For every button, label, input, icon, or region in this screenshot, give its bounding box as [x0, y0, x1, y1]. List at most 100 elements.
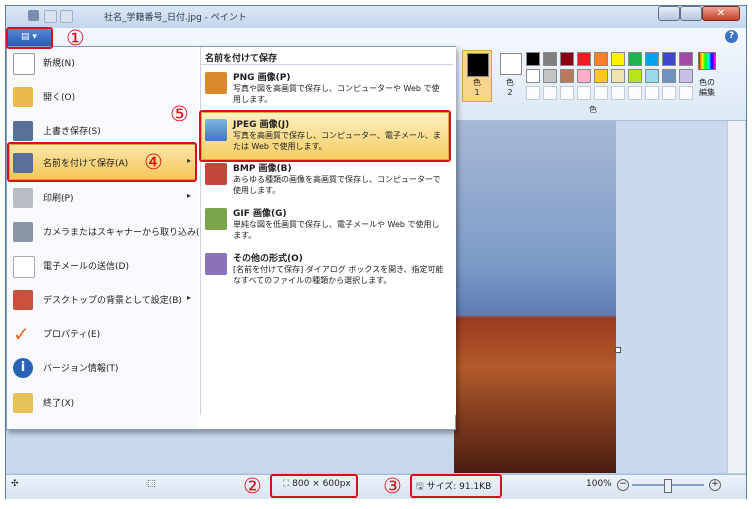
- image-dimensions: ⛶ 800 × 600px: [283, 479, 351, 489]
- zoom-slider-thumb[interactable]: [664, 479, 672, 493]
- file-size: 🖫 サイズ: 91.1KB: [416, 482, 492, 492]
- annotation-number-4: ④: [144, 150, 163, 174]
- scanner-icon: [13, 222, 33, 242]
- exit-icon: [13, 393, 33, 413]
- annotation-number-5: ⑤: [170, 102, 189, 126]
- png-image-icon: [205, 72, 227, 94]
- info-icon: i: [13, 358, 33, 378]
- palette-swatch[interactable]: [594, 52, 608, 66]
- zoom-level: 100%: [586, 479, 612, 489]
- palette-swatch[interactable]: [577, 52, 591, 66]
- palette-swatch[interactable]: [526, 69, 540, 83]
- palette-swatch[interactable]: [577, 69, 591, 83]
- palette-swatch[interactable]: [679, 69, 693, 83]
- minimize-button[interactable]: [658, 6, 680, 21]
- custom-color-swatch[interactable]: [543, 86, 557, 100]
- zoom-in-button[interactable]: +: [709, 479, 721, 491]
- checkmark-icon: ✓: [13, 322, 30, 346]
- menu-item-new[interactable]: 新規(N): [7, 45, 198, 79]
- custom-color-swatch[interactable]: [645, 86, 659, 100]
- menu-item-desktop-bg-label: デスクトップの背景として設定(B): [43, 296, 182, 306]
- menu-item-properties-label: プロパティ(E): [43, 330, 101, 340]
- menu-item-print[interactable]: 印刷(P) ▸: [7, 180, 198, 214]
- redo-qat-icon[interactable]: [60, 10, 73, 23]
- save-png-option[interactable]: PNG 画像(P) 写真や図を高画質で保存し、コンピューターや Web で使用し…: [201, 68, 449, 110]
- color-palette: [526, 52, 696, 102]
- undo-qat-icon[interactable]: [44, 10, 57, 23]
- open-folder-icon: [13, 87, 33, 107]
- palette-swatch[interactable]: [645, 69, 659, 83]
- save-jpeg-option[interactable]: JPEG 画像(J) 写真を高画質で保存し、コンピューター、電子メール、または …: [201, 113, 449, 157]
- menu-item-properties[interactable]: ✓ プロパティ(E): [7, 316, 198, 350]
- color2-button[interactable]: [500, 53, 522, 75]
- png-option-title: PNG 画像(P): [233, 73, 291, 83]
- printer-icon: [13, 188, 33, 208]
- custom-color-swatch[interactable]: [662, 86, 676, 100]
- menu-item-scanner-label: カメラまたはスキャナーから取り込み(M): [43, 228, 211, 238]
- annotation-number-3: ③: [383, 474, 402, 498]
- palette-swatch[interactable]: [628, 69, 642, 83]
- menu-item-open-label: 開く(O): [43, 93, 76, 103]
- help-icon[interactable]: ?: [725, 30, 738, 43]
- palette-swatch[interactable]: [679, 52, 693, 66]
- palette-swatch[interactable]: [560, 52, 574, 66]
- save-bmp-option[interactable]: BMP 画像(B) あらゆる種類の画像を高画質で保存し、コンピューターで使用しま…: [201, 159, 449, 201]
- edit-colors-icon[interactable]: [698, 52, 716, 70]
- menu-item-email[interactable]: 電子メールの送信(D): [7, 248, 198, 282]
- resize-handle[interactable]: [615, 347, 621, 353]
- colors-group-label: 色: [589, 105, 597, 114]
- palette-swatch[interactable]: [594, 69, 608, 83]
- annotation-box-4: [7, 142, 197, 182]
- menu-item-about-label: バージョン情報(T): [43, 364, 119, 374]
- save-gif-option[interactable]: GIF 画像(G) 単純な図を低画質で保存し、電子メールや Web で使用します…: [201, 204, 449, 246]
- menu-item-email-label: 電子メールの送信(D): [43, 262, 129, 272]
- palette-swatch[interactable]: [543, 52, 557, 66]
- custom-color-swatch[interactable]: [526, 86, 540, 100]
- zoom-out-button[interactable]: −: [617, 479, 629, 491]
- custom-color-swatch[interactable]: [560, 86, 574, 100]
- submenu-arrow-icon: ▸: [186, 191, 191, 200]
- menu-item-scanner[interactable]: カメラまたはスキャナーから取り込み(M): [7, 214, 211, 248]
- png-option-desc: 写真や図を高画質で保存し、コンピューターや Web で使用します。: [233, 84, 440, 104]
- desktop-background-icon: [13, 290, 33, 310]
- gif-image-icon: [205, 208, 227, 230]
- window-title: 社名_学籍番号_日付.jpg - ペイント: [104, 13, 247, 23]
- palette-swatch[interactable]: [526, 52, 540, 66]
- selection-icon: ⬚: [147, 479, 156, 489]
- annotation-number-2: ②: [243, 474, 262, 498]
- close-button[interactable]: ✕: [702, 6, 740, 21]
- jpeg-option-title: JPEG 画像(J): [233, 120, 290, 130]
- edit-colors-label[interactable]: 色の 編集: [694, 78, 720, 98]
- bmp-image-icon: [205, 163, 227, 185]
- palette-swatch[interactable]: [628, 52, 642, 66]
- menu-item-exit-label: 終了(X): [43, 399, 75, 409]
- move-cursor-icon: ✣: [11, 479, 19, 489]
- palette-swatch[interactable]: [611, 69, 625, 83]
- custom-color-swatch[interactable]: [679, 86, 693, 100]
- palette-swatch[interactable]: [662, 52, 676, 66]
- canvas-image[interactable]: [454, 121, 616, 473]
- other-format-desc: [名前を付けて保存] ダイアログ ボックスを開き、指定可能なすべてのファイルの種…: [233, 265, 444, 285]
- palette-swatch[interactable]: [662, 69, 676, 83]
- vertical-scrollbar[interactable]: [727, 121, 745, 473]
- save-qat-icon[interactable]: [28, 10, 39, 21]
- gif-option-desc: 単純な図を低画質で保存し、電子メールや Web で使用します。: [233, 220, 440, 240]
- menu-item-desktop-bg[interactable]: デスクトップの背景として設定(B) ▸: [7, 282, 198, 316]
- menu-item-save-label: 上書き保存(S): [43, 127, 101, 137]
- status-bar: [6, 474, 746, 499]
- palette-swatch[interactable]: [611, 52, 625, 66]
- custom-color-swatch[interactable]: [611, 86, 625, 100]
- bmp-option-desc: あらゆる種類の画像を高画質で保存し、コンピューターで使用します。: [233, 175, 441, 195]
- custom-color-swatch[interactable]: [628, 86, 642, 100]
- custom-color-swatch[interactable]: [577, 86, 591, 100]
- menu-item-about[interactable]: i バージョン情報(T): [7, 350, 198, 384]
- palette-swatch[interactable]: [560, 69, 574, 83]
- menu-item-exit[interactable]: 終了(X): [7, 385, 198, 419]
- save-other-format-option[interactable]: その他の形式(O) [名前を付けて保存] ダイアログ ボックスを開き、指定可能な…: [201, 249, 449, 293]
- submenu-divider: [201, 64, 453, 65]
- file-size-text: サイズ: 91.1KB: [426, 482, 492, 492]
- maximize-button[interactable]: [680, 6, 702, 21]
- custom-color-swatch[interactable]: [594, 86, 608, 100]
- palette-swatch[interactable]: [543, 69, 557, 83]
- palette-swatch[interactable]: [645, 52, 659, 66]
